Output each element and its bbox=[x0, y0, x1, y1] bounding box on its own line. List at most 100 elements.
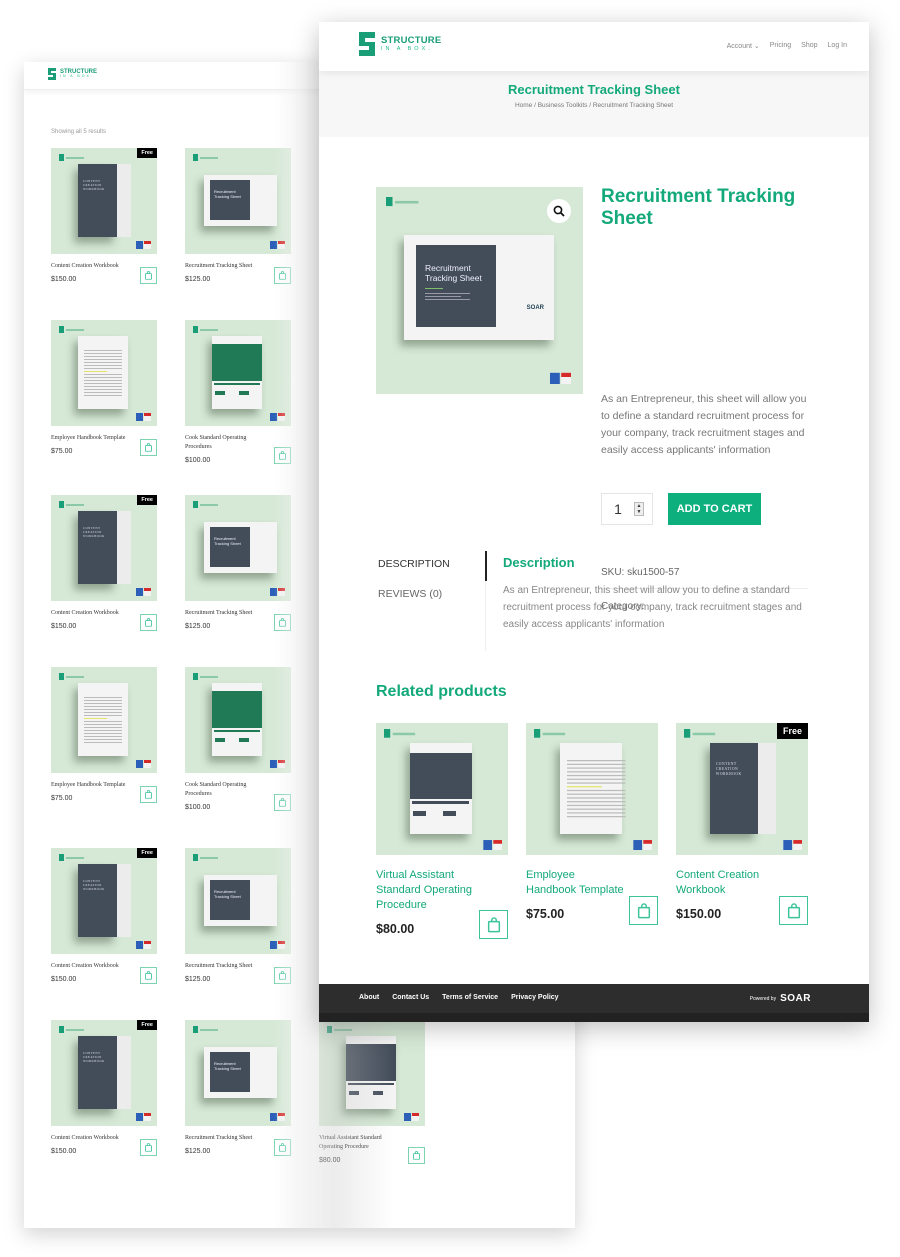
add-to-cart-icon-button[interactable] bbox=[140, 614, 157, 631]
product-thumbnail[interactable] bbox=[51, 320, 157, 426]
shop-product-card[interactable]: Virtual Assistant Standard Operating Pro… bbox=[319, 1020, 425, 1164]
related-product-thumbnail[interactable] bbox=[526, 723, 658, 855]
related-product-name[interactable]: Content Creation Workbook bbox=[676, 868, 776, 898]
product-name[interactable]: Content Creation Workbook bbox=[51, 962, 131, 971]
product-name[interactable]: Cook Standard Operating Procedures bbox=[185, 781, 265, 799]
document-mockup: Recruitment Tracking Sheet SOAR bbox=[404, 235, 554, 340]
shop-product-card[interactable]: Recruitment Tracking Sheet Recruitment Tra… bbox=[185, 1020, 291, 1156]
add-to-cart-icon-button[interactable] bbox=[140, 967, 157, 984]
mockup-title: Recruitment Tracking Sheet bbox=[425, 263, 482, 283]
product-thumbnail[interactable]: Content Creation Workbook Free bbox=[51, 148, 157, 254]
file-format-icons bbox=[136, 413, 151, 421]
shop-product-card[interactable]: Content Creation Workbook Free Content Creat… bbox=[51, 495, 157, 631]
related-product-name[interactable]: Employee Handbook Template bbox=[526, 868, 626, 898]
shop-product-card[interactable]: Recruitment Tracking Sheet Recruitment Tra… bbox=[185, 495, 291, 631]
word-icon bbox=[270, 413, 277, 421]
footer-link-terms[interactable]: Terms of Service bbox=[442, 994, 498, 1001]
add-to-cart-icon-button[interactable] bbox=[140, 1139, 157, 1156]
related-product-thumbnail[interactable] bbox=[376, 723, 508, 855]
product-thumbnail[interactable]: Recruitment Tracking Sheet bbox=[185, 1020, 291, 1126]
nav-pricing[interactable]: Pricing bbox=[770, 42, 791, 50]
add-to-cart-icon-button[interactable] bbox=[140, 267, 157, 284]
shop-product-card[interactable]: Content Creation Workbook Free Content Creat… bbox=[51, 148, 157, 284]
product-name[interactable]: Content Creation Workbook bbox=[51, 609, 131, 618]
product-thumbnail[interactable]: Recruitment Tracking Sheet bbox=[185, 495, 291, 601]
add-to-cart-icon-button[interactable] bbox=[140, 439, 157, 456]
related-add-to-cart-button[interactable] bbox=[479, 910, 508, 939]
nav-login[interactable]: Log In bbox=[828, 42, 847, 50]
related-product-thumbnail[interactable]: Content Creation Workbook Free bbox=[676, 723, 808, 855]
site-footer: About Contact Us Terms of Service Privac… bbox=[319, 984, 869, 1022]
product-thumbnail[interactable]: Content Creation Workbook Free bbox=[51, 495, 157, 601]
add-to-cart-icon-button[interactable] bbox=[274, 447, 291, 464]
thumb-logo bbox=[59, 501, 84, 508]
document-mockup bbox=[212, 336, 262, 409]
product-name[interactable]: Recruitment Tracking Sheet bbox=[185, 962, 265, 971]
footer-link-about[interactable]: About bbox=[359, 994, 379, 1001]
product-thumbnail[interactable] bbox=[185, 320, 291, 426]
tab-description[interactable]: DESCRIPTION bbox=[376, 549, 486, 579]
add-to-cart-button[interactable]: ADD TO CART bbox=[668, 493, 761, 525]
image-zoom-button[interactable] bbox=[547, 199, 571, 223]
nav-shop[interactable]: Shop bbox=[801, 42, 817, 50]
product-thumbnail[interactable]: Content Creation Workbook Free bbox=[51, 848, 157, 954]
quantity-stepper[interactable]: ▲ ▼ bbox=[601, 493, 653, 525]
add-to-cart-icon-button[interactable] bbox=[274, 267, 291, 284]
product-name[interactable]: Employee Handbook Template bbox=[51, 434, 131, 443]
powered-by[interactable]: Powered by SOAR bbox=[750, 993, 811, 1004]
related-add-to-cart-button[interactable] bbox=[629, 896, 658, 925]
shop-product-card[interactable]: Content Creation Workbook Free Content Creat… bbox=[51, 1020, 157, 1156]
related-product-card[interactable]: Content Creation Workbook Free Content Creat… bbox=[676, 723, 808, 925]
related-add-to-cart-button[interactable] bbox=[779, 896, 808, 925]
product-name[interactable]: Employee Handbook Template bbox=[51, 781, 131, 790]
add-to-cart-icon-button[interactable] bbox=[274, 794, 291, 811]
add-to-cart-icon-button[interactable] bbox=[274, 614, 291, 631]
product-name[interactable]: Content Creation Workbook bbox=[51, 262, 131, 271]
file-format-icons bbox=[270, 941, 285, 949]
shop-product-card[interactable]: Cook Standard Operating Procedures $100.0… bbox=[185, 320, 291, 464]
product-thumbnail[interactable] bbox=[319, 1020, 425, 1126]
shop-product-card[interactable]: Employee Handbook Template $75.00 bbox=[51, 320, 157, 456]
shop-logo[interactable]: STRUCTURE IN A BOX. bbox=[47, 68, 97, 80]
add-to-cart-icon-button[interactable] bbox=[140, 786, 157, 803]
product-name[interactable]: Recruitment Tracking Sheet bbox=[185, 262, 265, 271]
shopping-bag-icon bbox=[145, 443, 152, 452]
thumb-logo bbox=[386, 197, 419, 207]
add-to-cart-icon-button[interactable] bbox=[408, 1147, 425, 1164]
product-name[interactable]: Content Creation Workbook bbox=[51, 1134, 131, 1143]
product-main-image[interactable]: Recruitment Tracking Sheet SOAR bbox=[376, 187, 583, 394]
shop-product-card[interactable]: Content Creation Workbook Free Content Creat… bbox=[51, 848, 157, 984]
product-thumbnail[interactable] bbox=[51, 667, 157, 773]
quantity-input[interactable] bbox=[602, 501, 634, 517]
related-product-card[interactable]: Virtual Assistant Standard Operating Pro… bbox=[376, 723, 508, 939]
product-thumbnail[interactable]: Content Creation Workbook Free bbox=[51, 1020, 157, 1126]
tab-reviews[interactable]: REVIEWS (0) bbox=[376, 579, 486, 609]
file-format-icons bbox=[136, 241, 151, 249]
footer-link-privacy[interactable]: Privacy Policy bbox=[511, 994, 558, 1001]
product-thumbnail[interactable] bbox=[185, 667, 291, 773]
breadcrumb[interactable]: Home / Business Toolkits / Recruitment T… bbox=[319, 102, 869, 109]
caret-down-icon[interactable]: ▼ bbox=[637, 509, 642, 515]
search-icon bbox=[553, 205, 565, 217]
product-name[interactable]: Recruitment Tracking Sheet bbox=[185, 1134, 265, 1143]
shop-product-card[interactable]: Employee Handbook Template $75.00 bbox=[51, 667, 157, 803]
thumb-logo bbox=[193, 1026, 218, 1033]
thumb-logo bbox=[59, 854, 84, 861]
product-name[interactable]: Cook Standard Operating Procedures bbox=[185, 434, 265, 452]
related-product-name[interactable]: Virtual Assistant Standard Operating Pro… bbox=[376, 868, 476, 913]
add-to-cart-icon-button[interactable] bbox=[274, 1139, 291, 1156]
footer-link-contact[interactable]: Contact Us bbox=[392, 994, 429, 1001]
related-product-card[interactable]: Employee Handbook Template $75.00 bbox=[526, 723, 658, 925]
product-name[interactable]: Virtual Assistant Standard Operating Pro… bbox=[319, 1134, 399, 1152]
product-thumbnail[interactable]: Recruitment Tracking Sheet bbox=[185, 148, 291, 254]
shop-product-card[interactable]: Cook Standard Operating Procedures $100.0… bbox=[185, 667, 291, 811]
product-thumbnail[interactable]: Recruitment Tracking Sheet bbox=[185, 848, 291, 954]
nav-account[interactable]: Account ⌄ bbox=[727, 42, 760, 50]
site-logo[interactable]: STRUCTURE IN A BOX. bbox=[357, 32, 441, 56]
shop-product-card[interactable]: Recruitment Tracking Sheet Recruitment Tra… bbox=[185, 848, 291, 984]
product-name[interactable]: Recruitment Tracking Sheet bbox=[185, 609, 265, 618]
add-to-cart-icon-button[interactable] bbox=[274, 967, 291, 984]
shop-product-card[interactable]: Recruitment Tracking Sheet Recruitment Tra… bbox=[185, 148, 291, 284]
thumb-logo bbox=[384, 729, 416, 738]
quantity-spinner[interactable]: ▲ ▼ bbox=[634, 502, 644, 516]
